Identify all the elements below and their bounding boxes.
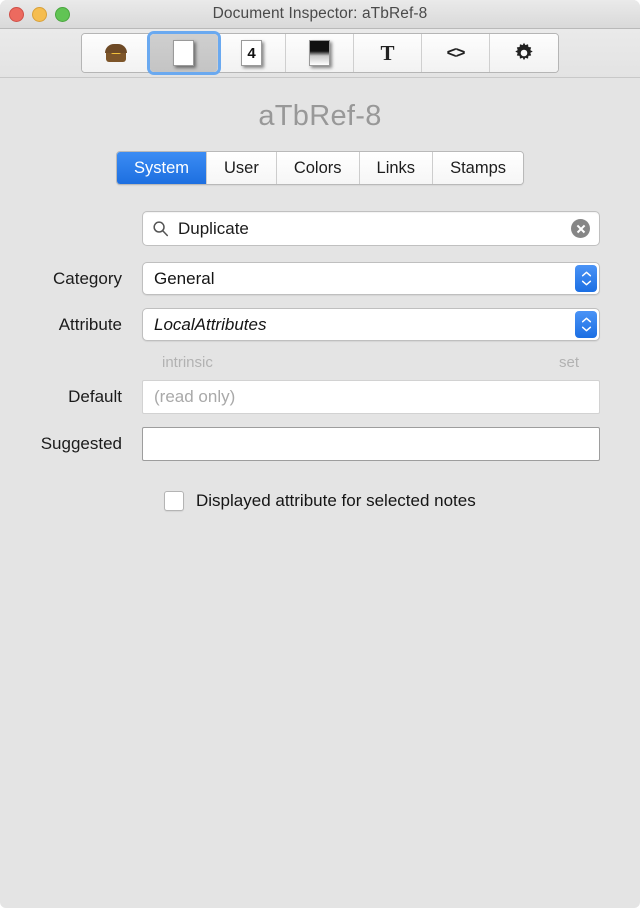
toolbar-item-text[interactable]: T — [354, 34, 422, 72]
suggested-row: Suggested — [22, 427, 600, 461]
default-input[interactable]: (read only) — [142, 380, 600, 414]
tab-colors[interactable]: Colors — [276, 152, 360, 184]
tab-stamps[interactable]: Stamps — [433, 152, 523, 184]
inspector-tab-segment: 4 T <> — [81, 33, 559, 73]
treasure-chest-icon — [104, 44, 127, 62]
blank-page-icon — [173, 40, 194, 66]
search-input-value[interactable]: Duplicate — [178, 219, 571, 239]
search-row: Duplicate — [142, 211, 600, 246]
attribute-stepper[interactable] — [575, 311, 597, 338]
search-icon — [152, 220, 169, 237]
chevron-down-icon — [581, 326, 591, 332]
chevron-down-icon — [581, 280, 591, 286]
tab-user[interactable]: User — [207, 152, 277, 184]
category-field: General — [142, 262, 600, 295]
document-name: aTbRef-8 — [258, 100, 382, 132]
tab-system[interactable]: System — [116, 152, 207, 184]
toolbar-item-settings[interactable] — [490, 34, 558, 72]
window-title: Document Inspector: aTbRef-8 — [212, 5, 428, 22]
chevron-up-icon — [581, 317, 591, 323]
sublabel-spacer — [213, 354, 559, 371]
toolbar-item-document[interactable] — [150, 34, 218, 72]
attribute-field: LocalAttributes — [142, 308, 600, 341]
code-icon: <> — [446, 43, 466, 62]
suggested-field — [142, 427, 600, 461]
tab-bar: System User Colors Links Stamps — [115, 151, 524, 185]
toolbar-item-treasure-chest[interactable] — [82, 34, 150, 72]
toolbar-item-gradient-page[interactable] — [286, 34, 354, 72]
toolbar: 4 T <> — [0, 29, 640, 78]
inspector-form: Duplicate Category General Attribute Loc… — [0, 211, 640, 511]
window-controls — [9, 0, 70, 28]
default-label: Default — [68, 387, 122, 406]
default-placeholder: (read only) — [154, 387, 236, 406]
suggested-input[interactable] — [142, 427, 600, 461]
close-button[interactable] — [9, 6, 24, 22]
displayed-attribute-checkbox[interactable] — [164, 491, 184, 511]
attribute-label: Attribute — [58, 314, 122, 334]
displayed-attribute-row[interactable]: Displayed attribute for selected notes — [142, 491, 600, 511]
tab-links[interactable]: Links — [359, 152, 434, 184]
displayed-attribute-label: Displayed attribute for selected notes — [196, 491, 476, 510]
default-row: Default (read only) — [22, 380, 600, 414]
minimize-button[interactable] — [32, 6, 47, 22]
gear-icon — [513, 42, 535, 64]
toolbar-item-code[interactable]: <> — [422, 34, 490, 72]
search-field[interactable]: Duplicate — [142, 211, 600, 246]
attribute-status-row: intrinsic set — [142, 354, 600, 371]
tab-bar-row: System User Colors Links Stamps — [0, 151, 640, 185]
category-stepper[interactable] — [575, 265, 597, 292]
gradient-page-icon — [309, 40, 330, 66]
title-bar: Document Inspector: aTbRef-8 — [0, 0, 640, 29]
category-label: Category — [53, 268, 122, 288]
suggested-label: Suggested — [40, 434, 122, 453]
document-inspector-window: Document Inspector: aTbRef-8 4 T <> aTbR… — [0, 0, 640, 908]
toolbar-item-numbered-page[interactable]: 4 — [218, 34, 286, 72]
category-value: General — [154, 268, 215, 288]
attribute-row: Attribute LocalAttributes — [22, 308, 600, 341]
chevron-up-icon — [581, 271, 591, 277]
text-icon: T — [380, 40, 395, 65]
intrinsic-label: intrinsic — [162, 354, 213, 371]
zoom-button[interactable] — [55, 6, 70, 22]
category-popup-button[interactable]: General — [142, 262, 600, 295]
default-field: (read only) — [142, 380, 600, 414]
attribute-popup-button[interactable]: LocalAttributes — [142, 308, 600, 341]
clear-icon[interactable] — [571, 219, 590, 238]
attribute-value: LocalAttributes — [154, 314, 267, 334]
category-row: Category General — [22, 262, 600, 295]
numbered-page-icon: 4 — [241, 40, 262, 66]
set-label: set — [558, 354, 579, 371]
